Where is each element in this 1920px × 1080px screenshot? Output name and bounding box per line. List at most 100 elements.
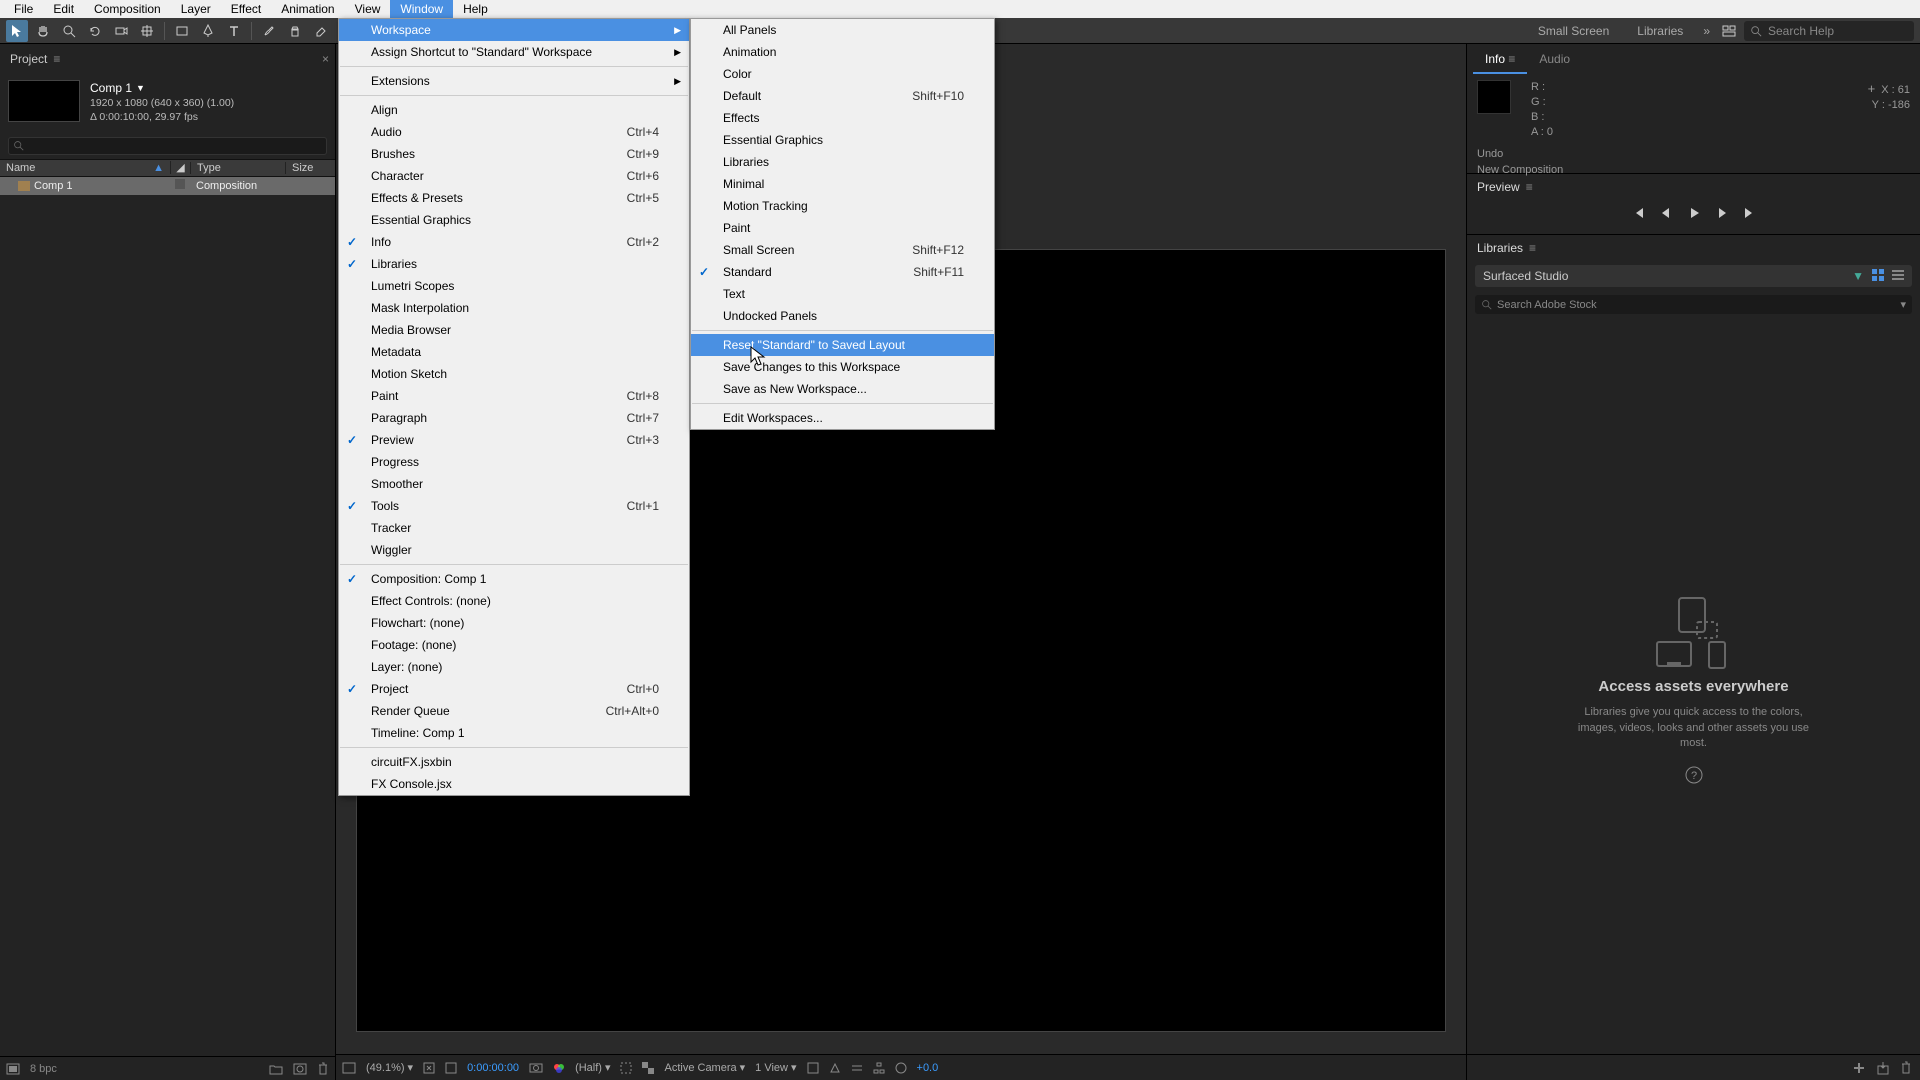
workspace-overflow-icon[interactable]: » bbox=[1699, 24, 1714, 38]
menu-item[interactable]: Flowchart: (none) bbox=[339, 612, 689, 634]
menu-item[interactable]: Effects bbox=[691, 107, 994, 129]
menu-item[interactable]: Reset "Standard" to Saved Layout bbox=[691, 334, 994, 356]
menu-item[interactable]: Workspace▶ bbox=[339, 19, 689, 41]
menu-item[interactable]: Tracker bbox=[339, 517, 689, 539]
view-count-dropdown[interactable]: 1 View ▾ bbox=[755, 1061, 796, 1074]
library-search-input[interactable]: Search Adobe Stock ▾ bbox=[1475, 295, 1912, 314]
menu-item[interactable]: DefaultShift+F10 bbox=[691, 85, 994, 107]
menu-item[interactable]: ✓Composition: Comp 1 bbox=[339, 568, 689, 590]
libraries-tab[interactable]: Libraries ≡ bbox=[1467, 235, 1920, 261]
rotation-tool[interactable] bbox=[84, 20, 106, 42]
brush-tool[interactable] bbox=[258, 20, 280, 42]
project-tab[interactable]: Project≡× bbox=[0, 46, 335, 72]
menu-item[interactable]: Layer: (none) bbox=[339, 656, 689, 678]
menu-composition[interactable]: Composition bbox=[84, 0, 171, 18]
eraser-tool[interactable] bbox=[310, 20, 332, 42]
menu-item[interactable]: Text bbox=[691, 283, 994, 305]
menu-help[interactable]: Help bbox=[453, 0, 498, 18]
comp-flowchart-icon[interactable] bbox=[873, 1062, 885, 1074]
menu-item[interactable]: Motion Sketch bbox=[339, 363, 689, 385]
menu-item[interactable]: Lumetri Scopes bbox=[339, 275, 689, 297]
menu-item[interactable]: Animation bbox=[691, 41, 994, 63]
table-row[interactable]: Comp 1 Composition bbox=[0, 177, 335, 195]
menu-animation[interactable]: Animation bbox=[271, 0, 344, 18]
trash-icon[interactable] bbox=[317, 1062, 329, 1075]
active-camera-dropdown[interactable]: Active Camera ▾ bbox=[664, 1061, 745, 1074]
menu-item[interactable]: Undocked Panels bbox=[691, 305, 994, 327]
hand-tool[interactable] bbox=[32, 20, 54, 42]
menu-item[interactable]: Timeline: Comp 1 bbox=[339, 722, 689, 744]
menu-view[interactable]: View bbox=[345, 0, 391, 18]
menu-item[interactable]: ✓ToolsCtrl+1 bbox=[339, 495, 689, 517]
snapshot-icon[interactable] bbox=[529, 1062, 543, 1073]
menu-item[interactable]: Motion Tracking bbox=[691, 195, 994, 217]
menu-item[interactable]: FX Console.jsx bbox=[339, 773, 689, 795]
menu-item[interactable]: PaintCtrl+8 bbox=[339, 385, 689, 407]
grid-icon[interactable] bbox=[342, 1062, 356, 1074]
menu-item[interactable]: Save as New Workspace... bbox=[691, 378, 994, 400]
fast-previews-icon[interactable] bbox=[829, 1062, 841, 1074]
menu-item[interactable]: Effects & PresetsCtrl+5 bbox=[339, 187, 689, 209]
workspace-tab-libraries[interactable]: Libraries bbox=[1625, 20, 1695, 42]
menu-item[interactable]: Progress bbox=[339, 451, 689, 473]
trash-icon[interactable] bbox=[1900, 1061, 1912, 1075]
pan-behind-tool[interactable] bbox=[136, 20, 158, 42]
menu-item[interactable]: ✓PreviewCtrl+3 bbox=[339, 429, 689, 451]
menu-item[interactable]: Effect Controls: (none) bbox=[339, 590, 689, 612]
library-dropdown[interactable]: Surfaced Studio ▼ bbox=[1475, 265, 1912, 287]
column-size[interactable]: Size bbox=[285, 162, 335, 174]
menu-item[interactable]: Render QueueCtrl+Alt+0 bbox=[339, 700, 689, 722]
interpret-footage-icon[interactable] bbox=[6, 1063, 20, 1075]
menu-item[interactable]: Extensions▶ bbox=[339, 70, 689, 92]
menu-item[interactable]: Essential Graphics bbox=[691, 129, 994, 151]
workspace-reset-icon[interactable] bbox=[1718, 20, 1740, 42]
label-color-swatch[interactable] bbox=[175, 179, 185, 189]
exposure-value[interactable]: +0.0 bbox=[917, 1062, 939, 1074]
resolution-down-icon[interactable] bbox=[423, 1062, 435, 1074]
menu-file[interactable]: File bbox=[4, 0, 43, 18]
menu-window[interactable]: Window bbox=[390, 0, 453, 18]
workspace-tab-small-screen[interactable]: Small Screen bbox=[1526, 20, 1621, 42]
zoom-tool[interactable] bbox=[58, 20, 80, 42]
audio-tab[interactable]: Audio bbox=[1527, 46, 1582, 74]
resolution-dropdown[interactable]: (Half) ▾ bbox=[575, 1061, 610, 1074]
grid-view-icon[interactable] bbox=[1872, 269, 1884, 283]
menu-item[interactable]: Smoother bbox=[339, 473, 689, 495]
add-icon[interactable] bbox=[1852, 1061, 1866, 1075]
search-help-input[interactable]: Search Help bbox=[1744, 21, 1914, 41]
project-search-input[interactable] bbox=[8, 137, 327, 155]
menu-item[interactable]: Align bbox=[339, 99, 689, 121]
transparency-grid-icon[interactable] bbox=[642, 1062, 654, 1074]
menu-item[interactable]: BrushesCtrl+9 bbox=[339, 143, 689, 165]
last-frame-icon[interactable] bbox=[1743, 206, 1757, 220]
menu-item[interactable]: ✓ProjectCtrl+0 bbox=[339, 678, 689, 700]
menu-item[interactable]: Small ScreenShift+F12 bbox=[691, 239, 994, 261]
column-label-color[interactable]: ◢ bbox=[170, 161, 190, 174]
menu-effect[interactable]: Effect bbox=[221, 0, 271, 18]
info-tab[interactable]: Info ≡ bbox=[1473, 46, 1527, 74]
import-icon[interactable] bbox=[1876, 1061, 1890, 1075]
prev-frame-icon[interactable] bbox=[1659, 206, 1673, 220]
menu-item[interactable]: Metadata bbox=[339, 341, 689, 363]
region-of-interest-icon[interactable] bbox=[620, 1062, 632, 1074]
list-view-icon[interactable] bbox=[1892, 269, 1904, 283]
menu-item[interactable]: CharacterCtrl+6 bbox=[339, 165, 689, 187]
menu-item[interactable]: Essential Graphics bbox=[339, 209, 689, 231]
pen-tool[interactable] bbox=[197, 20, 219, 42]
menu-item[interactable]: All Panels bbox=[691, 19, 994, 41]
menu-item[interactable]: Assign Shortcut to "Standard" Workspace▶ bbox=[339, 41, 689, 63]
channels-icon[interactable] bbox=[553, 1062, 565, 1074]
menu-item[interactable]: ✓StandardShift+F11 bbox=[691, 261, 994, 283]
menu-item[interactable]: ParagraphCtrl+7 bbox=[339, 407, 689, 429]
menu-item[interactable]: Color bbox=[691, 63, 994, 85]
help-icon[interactable]: ? bbox=[1685, 766, 1703, 784]
current-timecode[interactable]: 0:00:00:00 bbox=[467, 1062, 519, 1074]
menu-item[interactable]: circuitFX.jsxbin bbox=[339, 751, 689, 773]
first-frame-icon[interactable] bbox=[1631, 206, 1645, 220]
column-type[interactable]: Type bbox=[190, 162, 285, 174]
menu-item[interactable]: ✓Libraries bbox=[339, 253, 689, 275]
menu-edit[interactable]: Edit bbox=[43, 0, 84, 18]
menu-item[interactable]: AudioCtrl+4 bbox=[339, 121, 689, 143]
close-icon[interactable]: × bbox=[322, 52, 329, 66]
menu-item[interactable]: Minimal bbox=[691, 173, 994, 195]
